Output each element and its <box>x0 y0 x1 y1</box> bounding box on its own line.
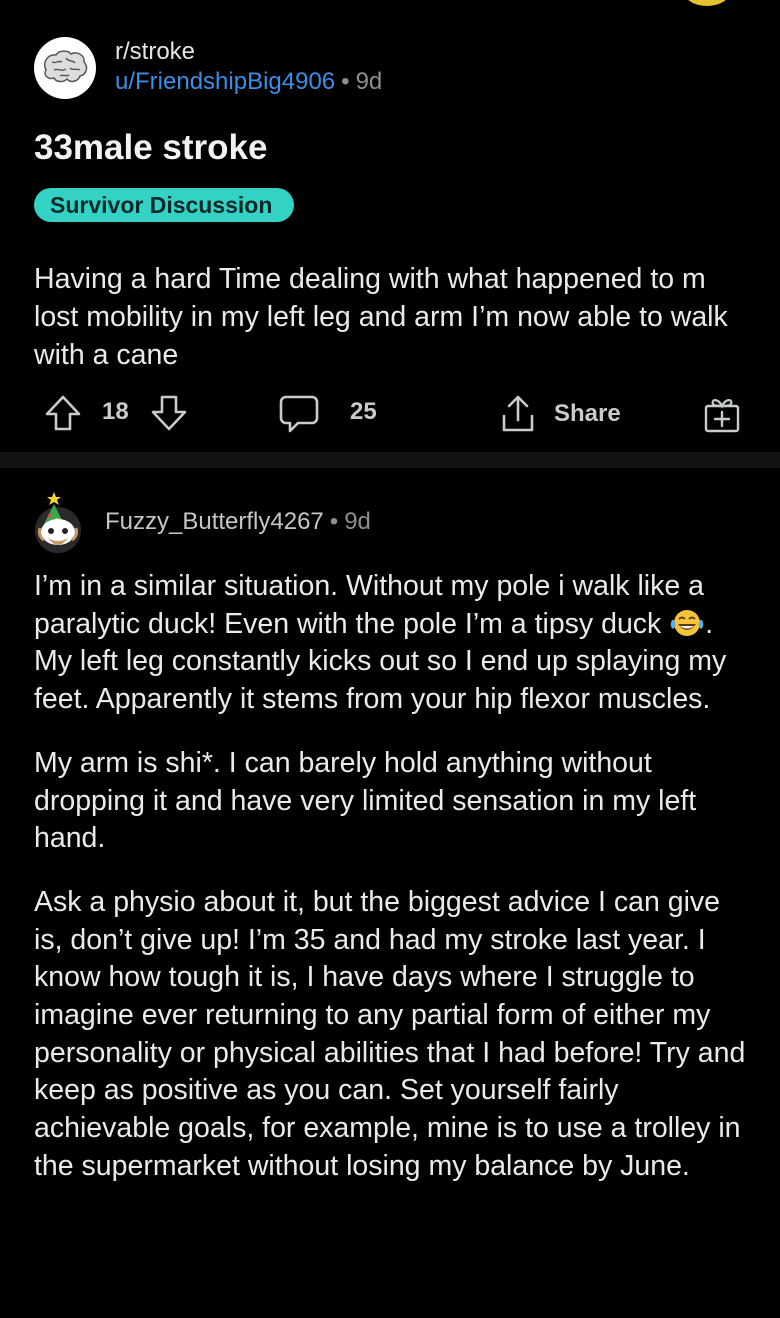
award-button[interactable] <box>702 394 742 434</box>
snoo-avatar-icon <box>35 492 81 553</box>
post-author[interactable]: u/FriendshipBig4906 <box>115 68 335 95</box>
post-title[interactable]: 33male stroke <box>34 128 267 168</box>
section-divider <box>0 452 780 468</box>
share-icon <box>502 395 534 432</box>
post-flair[interactable]: Survivor Discussion <box>34 188 295 222</box>
brain-icon <box>44 50 88 83</box>
gift-icon <box>704 399 740 433</box>
vote-count: 18 <box>102 398 129 425</box>
arrow-up-icon <box>45 395 81 431</box>
post-meta: u/FriendshipBig4906 • 9d <box>115 68 382 96</box>
share-label: Share <box>554 400 621 427</box>
comment-age: 9d <box>344 508 371 535</box>
laughing-tears-emoji <box>670 609 704 636</box>
comment-paragraph: My arm is shi*. I can barely hold anythi… <box>34 746 697 855</box>
post: r/stroke u/FriendshipBig4906 • 9d 33male s… <box>0 0 780 456</box>
comments-button[interactable] <box>278 394 320 434</box>
upvote-button[interactable] <box>44 394 82 432</box>
comment-author[interactable]: Fuzzy_Butterfly4267 <box>105 508 324 535</box>
comment-text: I’m in a similar situation. Without my p… <box>34 570 704 640</box>
commenter-avatar[interactable] <box>26 490 90 554</box>
post-age: 9d <box>355 68 383 95</box>
share-button[interactable]: Share <box>498 394 621 434</box>
subreddit-avatar[interactable] <box>34 37 96 99</box>
comment-count: 25 <box>350 398 377 425</box>
comment-paragraph: I’m in a similar situation. Without my p… <box>34 568 754 719</box>
speech-bubble-icon <box>279 395 319 433</box>
meta-separator: • <box>341 68 350 95</box>
subreddit-name[interactable]: r/stroke <box>115 38 195 66</box>
post-action-bar: 18 25 Share <box>0 392 780 436</box>
comment-meta: Fuzzy_Butterfly4267 • 9d <box>105 508 371 536</box>
downvote-button[interactable] <box>150 394 188 432</box>
comment-paragraph: Ask a physio about it, but the biggest a… <box>34 885 746 1182</box>
comment-body: I’m in a similar situation. Without my p… <box>34 568 754 1212</box>
post-body: Having a hard Time dealing with what hap… <box>34 263 728 371</box>
meta-separator: • <box>329 508 339 535</box>
arrow-down-icon <box>151 395 187 431</box>
